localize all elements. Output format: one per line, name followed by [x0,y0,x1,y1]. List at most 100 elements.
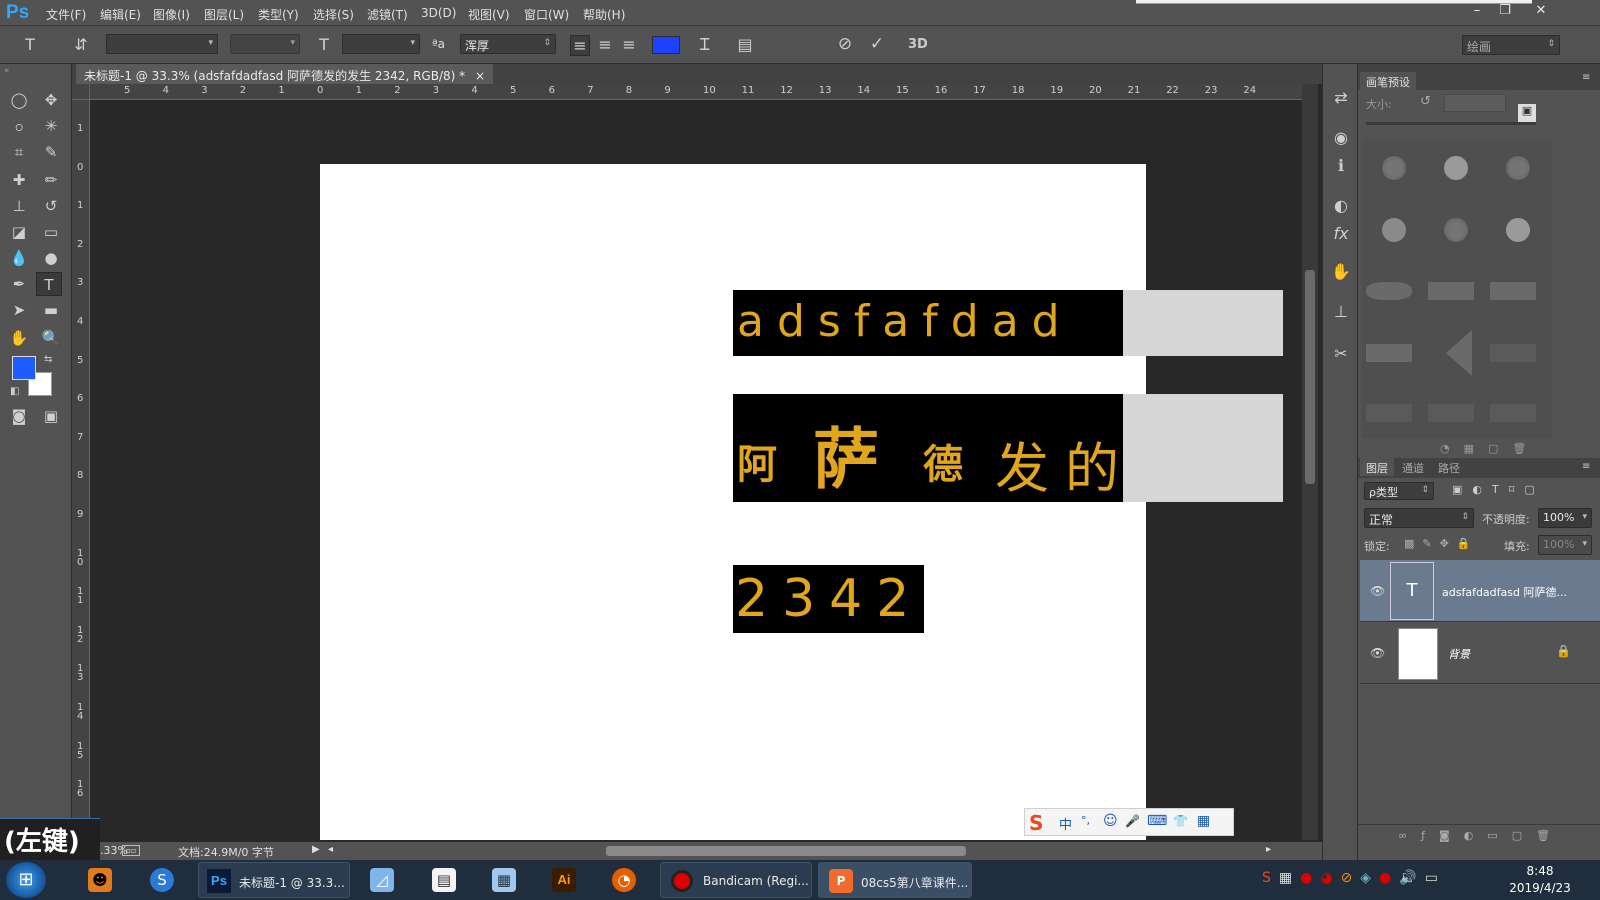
brush-preset-15[interactable] [1490,404,1536,422]
clock-date[interactable]: 2019/4/23 [1500,881,1580,895]
ime-chinese-mode[interactable]: 中 [1059,814,1072,833]
scroll-thumb[interactable] [1305,270,1315,484]
vertical-scrollbar[interactable] [1302,84,1318,840]
brush-preset-10[interactable] [1366,344,1412,362]
taskbar-illustrator-icon[interactable]: Ai [552,868,576,892]
ime-punctuation[interactable]: °, [1081,814,1090,827]
rectangle-tool-icon[interactable]: ▬ [38,298,64,322]
status-menu-icon[interactable]: ▶ [312,844,320,855]
brush-preset-7[interactable] [1366,282,1412,300]
workspace-dropdown[interactable]: 绘画 ⇕ [1462,35,1560,55]
brush-preset-9[interactable] [1490,282,1536,300]
brush-preset-6[interactable] [1506,218,1530,242]
dodge-tool-icon[interactable]: ● [38,246,64,270]
font-family-dropdown[interactable]: ▾ [106,34,218,54]
commit-edit-icon[interactable]: ✓ [866,34,888,54]
taskbar-app-icon-1[interactable]: ☻ [88,868,112,892]
taskbar-sogou-icon[interactable]: S [150,868,174,892]
close-button[interactable]: ✕ [1530,2,1552,22]
eyedropper-icon[interactable]: ✎ [38,140,64,164]
foreground-color-swatch[interactable] [12,356,36,380]
horizontal-scroll-thumb[interactable] [606,846,966,856]
new-brush-icon[interactable]: ▣ [1518,104,1536,122]
tab-brush-presets[interactable]: 画笔预设 [1360,72,1416,90]
brush-preset-2[interactable] [1444,156,1468,180]
menu-edit[interactable]: 编辑(E) [100,6,141,23]
menu-filter[interactable]: 滤镜(T) [367,6,408,23]
reset-size-icon[interactable]: ↺ [1420,94,1431,109]
brush-size-slider[interactable] [1366,122,1536,125]
taskbar-photoshop-button[interactable]: Ps 未标题-1 @ 33.3... [198,862,350,898]
menu-window[interactable]: 窗口(W) [524,6,569,23]
3d-extrusion-icon[interactable]: 3D [908,37,928,52]
document-tab[interactable]: 未标题-1 @ 33.3% (adsfafdadfasd 阿萨德发的发生 234… [76,64,494,84]
blur-tool-icon[interactable]: 💧 [6,246,32,270]
tab-paths[interactable]: 路径 [1432,458,1466,476]
type-tool-icon[interactable]: T [36,272,62,296]
scroll-right-icon[interactable]: ▸ [1266,844,1271,855]
swap-colors-icon[interactable]: ⇆ [44,354,52,365]
move-tool-icon[interactable]: ✥ [38,88,64,112]
clock-time[interactable]: 8:48 [1500,864,1580,878]
brush-preset-4[interactable] [1382,218,1406,242]
align-left-icon[interactable]: ≡ [570,35,590,56]
anti-alias-dropdown[interactable]: 浑厚 ⇕ [460,34,556,54]
brush-panel-icon[interactable]: ✋ [1330,262,1352,281]
layers-footer-icons[interactable]: ∞ƒ◙◐▭▢🗑 [1398,829,1564,842]
elliptical-marquee-icon[interactable]: ◯ [6,88,32,112]
type-tool-preset-icon[interactable]: T [20,35,40,54]
warp-text-icon[interactable]: Ꮖ [694,35,716,55]
lasso-tool-icon[interactable]: ဝ [6,114,32,138]
ime-toolbox-icon[interactable]: ▦ [1197,813,1210,829]
share-icon[interactable]: ▫▫ [122,845,140,856]
styles-panel-icon[interactable]: fx [1330,224,1352,243]
layer-name[interactable]: adsfafdadfasd 阿萨德... [1442,584,1567,600]
font-style-dropdown[interactable]: ▾ [230,34,300,54]
collapse-icon[interactable]: « [4,66,10,76]
layer-row-text[interactable]: 👁 T adsfafdadfasd 阿萨德... [1360,560,1600,622]
clone-stamp-icon[interactable]: ⊥ [6,194,32,218]
info-panel-icon[interactable]: ℹ [1330,156,1352,175]
brush-preset-grid[interactable] [1362,140,1552,438]
taskbar-bandicam-button[interactable]: Bandicam (Regi... [660,862,812,898]
zoom-tool-icon[interactable]: 🔍 [38,326,64,350]
text-color-swatch[interactable] [652,36,680,54]
lock-icons[interactable]: ▩✎✥🔒 [1404,537,1479,550]
default-colors-icon[interactable]: ◧ [10,386,19,397]
layer-filter-icons[interactable]: ▣◐T⌑▢ [1452,483,1545,496]
taskbar-document-icon[interactable]: ▤ [432,868,456,892]
menu-select[interactable]: 选择(S) [313,6,354,23]
crop-tool-icon[interactable]: ⌗ [6,140,32,164]
panel-menu-icon[interactable]: ≡ [1582,72,1590,83]
text-box-line3[interactable]: 2342 [733,565,924,633]
align-center-icon[interactable]: ≡ [595,35,615,54]
pen-tool-icon[interactable]: ✒ [6,272,32,296]
tab-layers[interactable]: 图层 [1360,458,1394,476]
layer-name[interactable]: 背景 [1448,646,1470,662]
menu-file[interactable]: 文件(F) [46,6,86,23]
taskbar-firefox-icon[interactable]: ◔ [612,868,636,892]
restore-button[interactable]: ❐ [1494,2,1516,22]
menu-layer[interactable]: 图层(L) [204,6,244,23]
quick-mask-icon[interactable]: ◙ [6,404,32,428]
font-size-dropdown[interactable]: ▾ [342,34,420,54]
menu-image[interactable]: 图像(I) [153,6,190,23]
brush-tool-icon[interactable]: ✏ [38,168,64,192]
panel-menu-icon[interactable]: ≡ [1582,461,1590,472]
path-selection-icon[interactable]: ➤ [6,298,32,322]
brush-preset-13[interactable] [1366,404,1412,422]
text-box-line1[interactable]: adsfafdad [733,290,1123,356]
align-right-icon[interactable]: ≡ [619,35,639,54]
screen-mode-icon[interactable]: ▣ [38,404,64,428]
magic-wand-icon[interactable]: ✳ [38,114,64,138]
tool-presets-icon[interactable]: ✂ [1330,344,1352,363]
taskbar-files-icon[interactable]: ◿ [370,868,394,892]
brush-panel-footer-icons[interactable]: ◔▦▢🗑 [1440,442,1540,455]
ime-keyboard-icon[interactable]: ⌨ [1147,813,1167,829]
scroll-left-icon[interactable]: ◂ [328,844,333,855]
menu-3d[interactable]: 3D(D) [421,6,456,20]
taskbar-calculator-icon[interactable]: ▦ [492,868,516,892]
brush-preset-5[interactable] [1444,218,1468,242]
healing-brush-icon[interactable]: ✚ [6,168,32,192]
history-panel-icon[interactable]: ⇄ [1330,88,1352,107]
